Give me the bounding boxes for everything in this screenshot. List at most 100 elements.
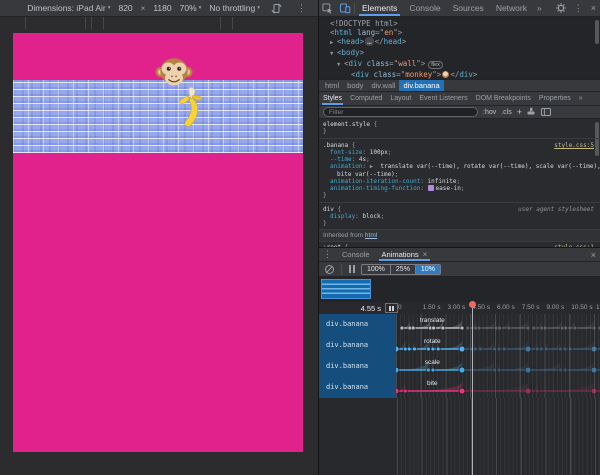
dom-tree: <!DOCTYPE html> <html lang="en"> ▶ <head>… <…: [319, 17, 600, 79]
playback-rate-25pct[interactable]: 25%: [389, 264, 415, 274]
style-rule-line[interactable]: --time: 4s;: [319, 156, 600, 163]
inspect-element-icon[interactable]: [319, 0, 336, 16]
playhead[interactable]: [469, 301, 477, 475]
rotate-device-icon[interactable]: [268, 0, 285, 16]
stylesheet-link[interactable]: style.css:5: [554, 142, 594, 149]
dom-tree-node[interactable]: <html lang="en">: [319, 28, 600, 37]
playback-rate-100pct[interactable]: 100%: [362, 265, 390, 274]
style-rule-line[interactable]: }: [319, 192, 600, 199]
timeline-row-target[interactable]: div.banana: [319, 335, 396, 356]
style-rule-line[interactable]: .banana {style.css:5: [319, 142, 600, 149]
tab-network[interactable]: Network: [490, 0, 533, 16]
panel-tabs: Elements Console Sources Network: [356, 0, 533, 16]
clear-all-animations-icon[interactable]: [325, 264, 334, 274]
style-rule-line[interactable]: element.style {: [319, 121, 600, 128]
device-width-field[interactable]: 820: [118, 3, 132, 13]
close-tab-icon[interactable]: ×: [423, 250, 428, 259]
code-token: >: [401, 37, 407, 46]
sidebar-tab-event-listeners[interactable]: Event Listeners: [415, 92, 471, 105]
more-styles-tabs-button[interactable]: »: [575, 95, 587, 102]
timeline-row-target[interactable]: div.banana: [319, 377, 396, 398]
stylesheet-link[interactable]: style.css:1: [554, 244, 594, 247]
breadcrumb-item-html[interactable]: html: [321, 80, 343, 91]
drawer-tab-console[interactable]: Console: [336, 248, 376, 261]
device-height-field[interactable]: 1180: [153, 3, 171, 13]
drawer-tab-strip: Console Animations ×: [336, 248, 433, 261]
chevron-down-icon: ▾: [257, 5, 260, 11]
dom-tree-node[interactable]: ▶ <head>… </head>: [319, 37, 600, 48]
timeline-track[interactable]: translate: [396, 314, 600, 335]
breadcrumb-item-div-banana[interactable]: div.banana: [399, 80, 444, 91]
drawer-menu-icon[interactable]: ⋮: [319, 249, 336, 260]
style-rule-line[interactable]: div {user agent stylesheet: [319, 206, 600, 213]
style-rule-line[interactable]: animation-timing-function: ease-in;: [319, 185, 600, 192]
page-viewport[interactable]: [13, 33, 303, 452]
style-rule-line[interactable]: :root {style.css:1: [319, 244, 600, 247]
new-style-rule-button[interactable]: +: [517, 107, 522, 117]
code-token: infinite: [427, 178, 457, 185]
code-token: ease-in: [435, 185, 461, 192]
styles-filter-input[interactable]: [323, 107, 478, 117]
sidebar-tab-styles[interactable]: Styles: [319, 92, 346, 105]
tab-label: Console: [342, 250, 370, 259]
dom-tree-node[interactable]: ▼ <div class="wall"> flex: [319, 59, 600, 70]
timeline-row-target[interactable]: div.banana: [319, 314, 396, 335]
timeline-track[interactable]: rotate: [392, 335, 600, 356]
devtools-menu-icon[interactable]: ⋮: [570, 3, 587, 14]
timeline-track[interactable]: bite: [392, 377, 600, 398]
playhead-grip-icon[interactable]: [469, 301, 477, 308]
styles-pane: element.style {} .banana {style.css:5 font…: [319, 119, 600, 247]
playback-rate-10pct[interactable]: 10%: [414, 264, 440, 274]
dom-tree-node[interactable]: ▼ <body>: [319, 48, 600, 59]
device-throttling-select[interactable]: No throttling ▾: [209, 3, 260, 13]
rule-separator[interactable]: [319, 138, 600, 139]
device-toolbar-menu-icon[interactable]: ⋮: [293, 3, 310, 14]
timeline-pause-button[interactable]: [385, 303, 398, 313]
tab-elements[interactable]: Elements: [356, 0, 403, 16]
timeline-track[interactable]: scale: [392, 356, 600, 377]
toggle-device-toolbar-icon[interactable]: [336, 0, 353, 16]
dom-tree-node[interactable]: <div class="monkey"> </div>: [319, 70, 600, 79]
animation-group-thumbnail[interactable]: [321, 279, 371, 299]
pause-all-animations-icon[interactable]: [349, 265, 355, 273]
timeline-row-target[interactable]: div.banana: [319, 356, 396, 377]
code-token: :: [355, 213, 363, 220]
breadcrumb-item-div-wall[interactable]: div.wall: [367, 80, 399, 91]
timeline-header: 4.55 s 0 1.50 s 3.00 s 4.50 s 6.00 s 7.50 s 9.…: [319, 302, 600, 314]
expand-arrow-icon: ▶: [330, 40, 334, 46]
tab-sources[interactable]: Sources: [447, 0, 490, 16]
tab-console[interactable]: Console: [403, 0, 446, 16]
more-tabs-button[interactable]: »: [533, 3, 546, 13]
style-rule-line[interactable]: }: [319, 128, 600, 135]
style-rule-line[interactable]: Inherited from html: [319, 229, 600, 242]
close-drawer-icon[interactable]: ×: [587, 250, 600, 260]
style-rule-line[interactable]: display: block;: [319, 213, 600, 220]
sidebar-tab-dom-breakpoints[interactable]: DOM Breakpoints: [472, 92, 535, 105]
styles-sidebar-tabs: Styles Computed Layout Event Listeners DOM B…: [319, 91, 600, 105]
style-rule-line[interactable]: font-size: 100px;: [319, 149, 600, 156]
code-token: html: [334, 28, 353, 37]
collapse-arrow-icon: ▼: [330, 51, 334, 57]
device-dimensions-select[interactable]: Dimensions: iPad Air ▾: [27, 3, 110, 13]
style-rule-line[interactable]: animation-iteration-count: infinite;: [319, 178, 600, 185]
dom-tree-node[interactable]: <!DOCTYPE html>: [319, 19, 600, 28]
device-zoom-select[interactable]: 70% ▾: [180, 3, 202, 13]
sidebar-tab-properties[interactable]: Properties: [535, 92, 575, 105]
sidebar-tab-layout[interactable]: Layout: [386, 92, 415, 105]
rule-separator[interactable]: [319, 202, 600, 203]
close-devtools-icon[interactable]: ×: [587, 3, 600, 13]
scrollbar-thumb[interactable]: [595, 20, 599, 44]
code-token: ;: [394, 171, 399, 178]
sidebar-tab-computed[interactable]: Computed: [346, 92, 386, 105]
device-toolbar: Dimensions: iPad Air ▾ 820 × 1180 70% ▾ …: [0, 0, 318, 17]
style-rule-line[interactable]: bite var(--time);: [319, 171, 600, 178]
breadcrumb-item-body[interactable]: body: [343, 80, 367, 91]
style-rule-line[interactable]: animation: ▶ translate var(--time), rota…: [319, 163, 600, 171]
toggle-element-classes-button[interactable]: .cls: [501, 109, 512, 116]
drawer-tab-animations[interactable]: Animations ×: [376, 248, 434, 261]
ruler-label: 6.00 s: [497, 304, 515, 311]
timeline-row: div.banana scale: [319, 356, 600, 377]
style-rule-line[interactable]: }: [319, 220, 600, 227]
settings-gear-icon[interactable]: [553, 3, 570, 13]
toggle-hover-state-button[interactable]: :hov: [483, 109, 496, 116]
